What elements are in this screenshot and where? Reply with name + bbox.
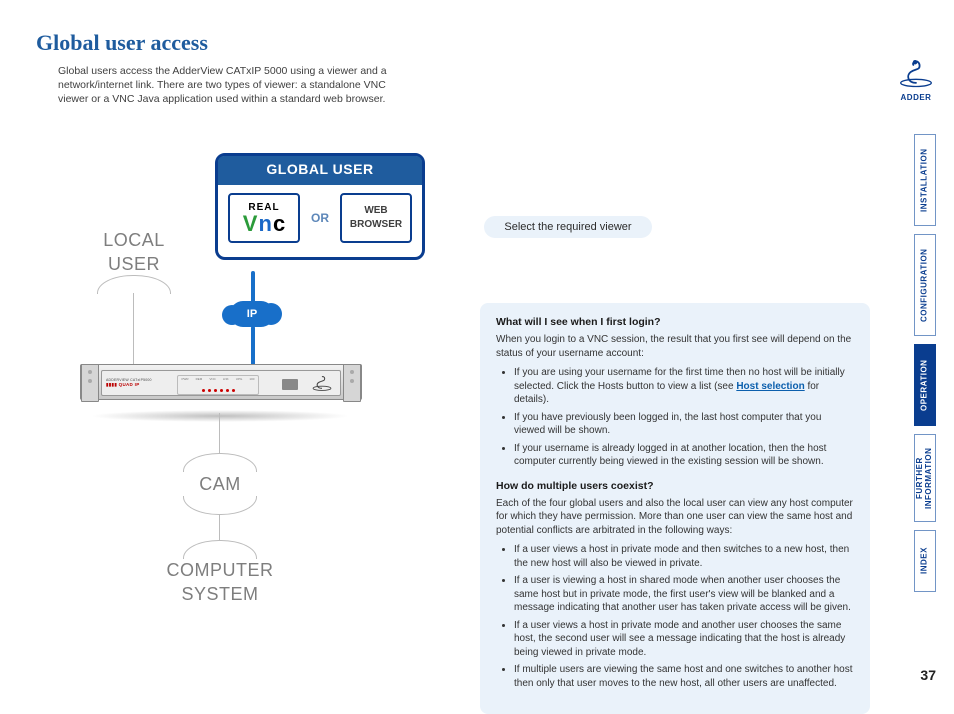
login-question-title: What will I see when I first login? bbox=[496, 315, 854, 329]
list-item: If a user views a host in private mode a… bbox=[514, 543, 854, 570]
nav-index[interactable]: INDEX bbox=[914, 530, 936, 592]
computer-system-line2: SYSTEM bbox=[181, 584, 258, 604]
web-browser-line2: BROWSER bbox=[350, 218, 402, 232]
ip-label: IP bbox=[247, 307, 257, 322]
snake-icon bbox=[898, 58, 934, 88]
web-browser-line1: WEB bbox=[364, 204, 387, 218]
side-nav: INSTALLATION CONFIGURATION OPERATION FUR… bbox=[914, 134, 936, 592]
device-port bbox=[282, 379, 298, 390]
list-item: If a user is viewing a host in shared mo… bbox=[514, 574, 854, 615]
local-user-label-line1: LOCAL bbox=[103, 230, 165, 250]
computer-system-line1: COMPUTER bbox=[167, 560, 274, 580]
nav-operation[interactable]: OPERATION bbox=[914, 344, 936, 426]
coexist-question-lead: Each of the four global users and also t… bbox=[496, 497, 854, 538]
list-item: If you have previously been logged in, t… bbox=[514, 411, 854, 438]
connection-diagram: LOCAL USER GLOBAL USER REAL Vnc OR WEB B… bbox=[60, 148, 420, 598]
brand-text: ADDER bbox=[896, 93, 936, 104]
local-user-cap bbox=[97, 275, 171, 294]
adder-logo: ADDER bbox=[896, 58, 936, 104]
coexist-question-title: How do multiple users coexist? bbox=[496, 479, 854, 493]
computer-cap bbox=[183, 540, 257, 559]
device-quad-text: ▮▮▮▮ QUAD IP bbox=[106, 383, 166, 388]
viewer-hint: Select the required viewer bbox=[484, 216, 652, 238]
ip-cloud: IP bbox=[230, 301, 274, 327]
login-question-lead: When you login to a VNC session, the res… bbox=[496, 333, 854, 360]
cam-computer-connector bbox=[219, 514, 220, 540]
cam-cap-bottom bbox=[183, 496, 257, 515]
login-bullets: If you are using your username for the f… bbox=[496, 366, 854, 469]
ip-connector-top bbox=[251, 271, 255, 303]
page-title: Global user access bbox=[36, 28, 954, 58]
vnc-logo-icon: Vnc bbox=[243, 213, 285, 235]
adderview-device: ADDERVIEW CATxIP5000 ▮▮▮▮ QUAD IP PWR RE… bbox=[80, 364, 360, 414]
local-user-label-line2: USER bbox=[108, 254, 160, 274]
login-info-panel: What will I see when I first login? When… bbox=[480, 303, 870, 714]
vnc-viewer-option[interactable]: REAL Vnc bbox=[228, 193, 300, 243]
nav-configuration[interactable]: CONFIGURATION bbox=[914, 234, 936, 336]
device-cam-connector bbox=[219, 413, 220, 453]
list-item: If multiple users are viewing the same h… bbox=[514, 663, 854, 690]
page-number: 37 bbox=[920, 666, 936, 685]
nav-further-information[interactable]: FURTHERINFORMATION bbox=[914, 434, 936, 522]
list-item: If your username is already logged in at… bbox=[514, 442, 854, 469]
local-user-connector bbox=[133, 293, 134, 368]
nav-installation[interactable]: INSTALLATION bbox=[914, 134, 936, 226]
web-browser-option[interactable]: WEB BROWSER bbox=[340, 193, 412, 243]
cam-cap bbox=[183, 453, 257, 472]
host-selection-link[interactable]: Host selection bbox=[736, 381, 804, 392]
global-user-box: GLOBAL USER REAL Vnc OR WEB BROWSER bbox=[215, 153, 425, 260]
cam-label: CAM bbox=[170, 472, 270, 496]
intro-paragraph: Global users access the AdderView CATxIP… bbox=[58, 64, 413, 107]
device-led-panel: PWR REM VNC LNK UPG 100 bbox=[177, 375, 259, 395]
or-label: OR bbox=[308, 208, 332, 228]
list-item: If you are using your username for the f… bbox=[514, 366, 854, 407]
device-snake-icon bbox=[310, 374, 334, 392]
coexist-bullets: If a user views a host in private mode a… bbox=[496, 543, 854, 690]
ip-connector-bottom bbox=[251, 326, 255, 366]
global-user-title: GLOBAL USER bbox=[218, 156, 422, 185]
list-item: If a user views a host in private mode a… bbox=[514, 619, 854, 660]
